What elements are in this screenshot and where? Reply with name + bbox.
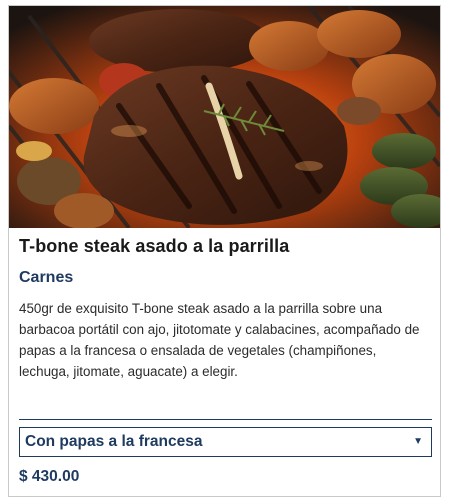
product-description: 450gr de exquisito T-bone steak asado a … — [19, 301, 420, 379]
side-option-selected-value: Con papas a la francesa — [25, 433, 203, 450]
product-title: T-bone steak asado a la parrilla — [19, 236, 290, 256]
divider — [19, 419, 432, 420]
product-category: Carnes — [19, 269, 74, 286]
product-card: T-bone steak asado a la parrilla Carnes … — [8, 5, 441, 497]
side-option-select[interactable]: Con papas a la francesa ▼ — [19, 427, 432, 457]
product-price: $ 430.00 — [19, 468, 80, 485]
product-image — [9, 6, 440, 228]
chevron-down-icon: ▼ — [413, 436, 423, 447]
